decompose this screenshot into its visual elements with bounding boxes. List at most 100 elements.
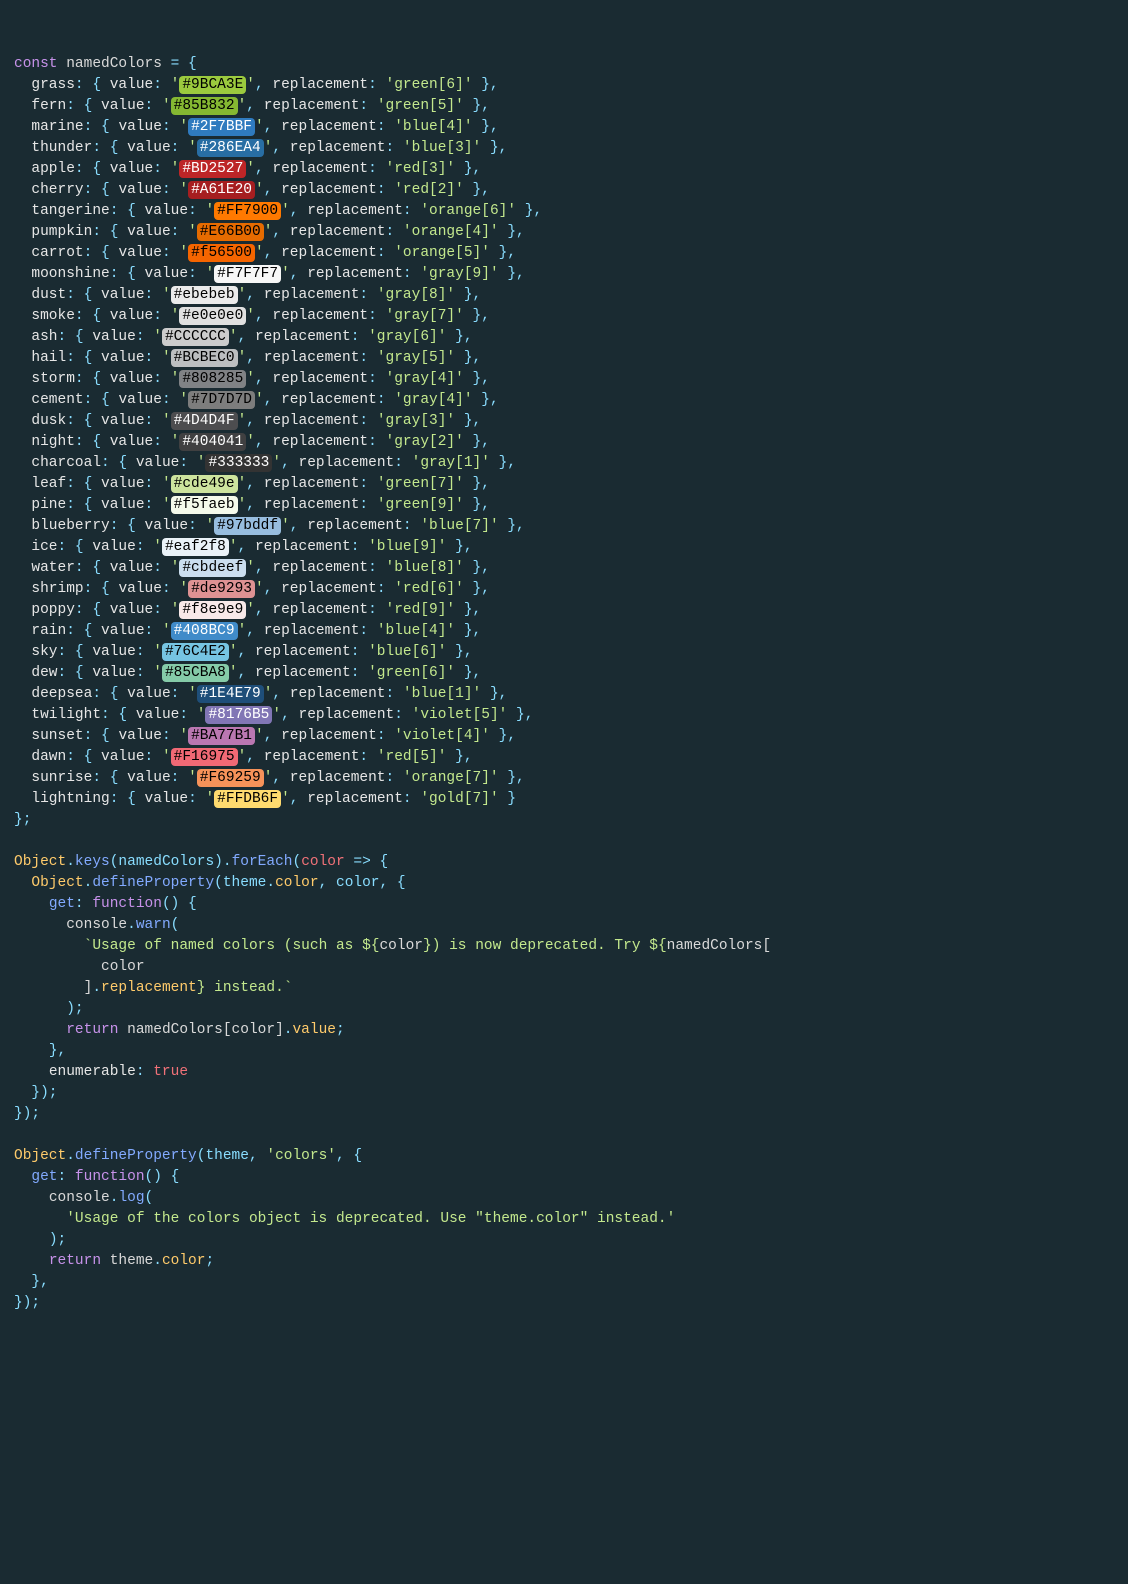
color-key-dusk: dusk [31, 413, 66, 429]
replacement-cherry: 'red[2]' [394, 182, 464, 198]
replacement-sunrise: 'orange[7]' [403, 770, 499, 786]
color-swatch-lightning: #FFDB6F [214, 790, 281, 808]
replacement-smoke: 'gray[7]' [386, 308, 464, 324]
replacement-deepsea: 'blue[1]' [403, 686, 481, 702]
replacement-lightning: 'gold[7]' [420, 791, 498, 807]
color-key-pumpkin: pumpkin [31, 224, 92, 240]
color-swatch-tangerine: #FF7900 [214, 202, 281, 220]
color-swatch-moonshine: #F7F7F7 [214, 265, 281, 283]
color-key-twilight: twilight [31, 707, 101, 723]
replacement-carrot: 'orange[5]' [394, 245, 490, 261]
color-swatch-blueberry: #97bddf [214, 517, 281, 535]
color-key-night: night [31, 434, 75, 450]
console-warn: warn [136, 917, 171, 933]
color-swatch-sunrise: #F69259 [197, 769, 264, 787]
replacement-dusk: 'gray[3]' [377, 413, 455, 429]
color-key-sunrise: sunrise [31, 770, 92, 786]
replacement-cement: 'gray[4]' [394, 392, 472, 408]
replacement-leaf: 'green[7]' [377, 476, 464, 492]
replacement-ice: 'blue[9]' [368, 539, 446, 555]
color-key-charcoal: charcoal [31, 455, 101, 471]
color-swatch-cement: #7D7D7D [188, 391, 255, 409]
color-swatch-dawn: #F16975 [171, 748, 238, 766]
color-swatch-poppy: #f8e9e9 [179, 601, 246, 619]
color-swatch-apple: #BD2527 [179, 160, 246, 178]
replacement-storm: 'gray[4]' [386, 371, 464, 387]
color-key-moonshine: moonshine [31, 266, 109, 282]
color-key-ash: ash [31, 329, 57, 345]
replacement-grass: 'green[6]' [386, 77, 473, 93]
object-global: Object [14, 854, 66, 870]
code-editor: const namedColors = { grass: { value: '#… [14, 54, 1114, 1314]
color-key-sunset: sunset [31, 728, 83, 744]
color-key-storm: storm [31, 371, 75, 387]
var-namedColors: namedColors [66, 56, 162, 72]
replacement-marine: 'blue[4]' [394, 119, 472, 135]
color-key-leaf: leaf [31, 476, 66, 492]
color-swatch-smoke: #e0e0e0 [179, 307, 246, 325]
replacement-dust: 'gray[8]' [377, 287, 455, 303]
color-key-smoke: smoke [31, 308, 75, 324]
color-swatch-carrot: #f56500 [188, 244, 255, 262]
color-swatch-grass: #9BCA3E [179, 76, 246, 94]
replacement-apple: 'red[3]' [386, 161, 456, 177]
color-key-lightning: lightning [31, 791, 109, 807]
replacement-sky: 'blue[6]' [368, 644, 446, 660]
replacement-dawn: 'red[5]' [377, 749, 447, 765]
color-swatch-deepsea: #1E4E79 [197, 685, 264, 703]
defineProperty-call: defineProperty [92, 875, 214, 891]
color-key-tangerine: tangerine [31, 203, 109, 219]
color-swatch-shrimp: #de9293 [188, 580, 255, 598]
color-key-sky: sky [31, 644, 57, 660]
color-key-water: water [31, 560, 75, 576]
replacement-moonshine: 'gray[9]' [420, 266, 498, 282]
replacement-tangerine: 'orange[6]' [420, 203, 516, 219]
color-key-dawn: dawn [31, 749, 66, 765]
template-literal: `Usage of named colors (such as ${ [84, 938, 380, 954]
replacement-water: 'blue[8]' [386, 560, 464, 576]
color-swatch-ash: #CCCCCC [162, 328, 229, 346]
color-key-pine: pine [31, 497, 66, 513]
color-key-blueberry: blueberry [31, 518, 109, 534]
color-swatch-cherry: #A61E20 [188, 181, 255, 199]
color-key-rain: rain [31, 623, 66, 639]
color-key-shrimp: shrimp [31, 581, 83, 597]
keyword-const: const [14, 56, 58, 72]
color-key-cement: cement [31, 392, 83, 408]
replacement-poppy: 'red[9]' [386, 602, 456, 618]
color-key-hail: hail [31, 350, 66, 366]
color-swatch-night: #404041 [179, 433, 246, 451]
color-key-dust: dust [31, 287, 66, 303]
color-key-deepsea: deepsea [31, 686, 92, 702]
color-key-cherry: cherry [31, 182, 83, 198]
color-swatch-marine: #2F7BBF [188, 118, 255, 136]
console-log: log [118, 1190, 144, 1206]
color-swatch-pine: #f5faeb [171, 496, 238, 514]
replacement-twilight: 'violet[5]' [412, 707, 508, 723]
color-swatch-thunder: #286EA4 [197, 139, 264, 157]
deprecation-string: 'Usage of the colors object is deprecate… [66, 1211, 675, 1227]
replacement-sunset: 'violet[4]' [394, 728, 490, 744]
color-key-marine: marine [31, 119, 83, 135]
defineProperty-colors: defineProperty [75, 1148, 197, 1164]
color-swatch-sunset: #BA77B1 [188, 727, 255, 745]
color-swatch-dew: #85CBA8 [162, 664, 229, 682]
color-key-thunder: thunder [31, 140, 92, 156]
replacement-rain: 'blue[4]' [377, 623, 455, 639]
color-swatch-storm: #808285 [179, 370, 246, 388]
color-key-carrot: carrot [31, 245, 83, 261]
replacement-pumpkin: 'orange[4]' [403, 224, 499, 240]
replacement-pine: 'green[9]' [377, 497, 464, 513]
color-key-apple: apple [31, 161, 75, 177]
enumerable-key: enumerable [49, 1064, 136, 1080]
color-swatch-ice: #eaf2f8 [162, 538, 229, 556]
color-swatch-sky: #76C4E2 [162, 643, 229, 661]
replacement-fern: 'green[5]' [377, 98, 464, 114]
color-swatch-hail: #BCBEC0 [171, 349, 238, 367]
replacement-ash: 'gray[6]' [368, 329, 446, 345]
color-key-ice: ice [31, 539, 57, 555]
replacement-dew: 'green[6]' [368, 665, 455, 681]
replacement-hail: 'gray[5]' [377, 350, 455, 366]
replacement-blueberry: 'blue[7]' [420, 518, 498, 534]
color-key-dew: dew [31, 665, 57, 681]
